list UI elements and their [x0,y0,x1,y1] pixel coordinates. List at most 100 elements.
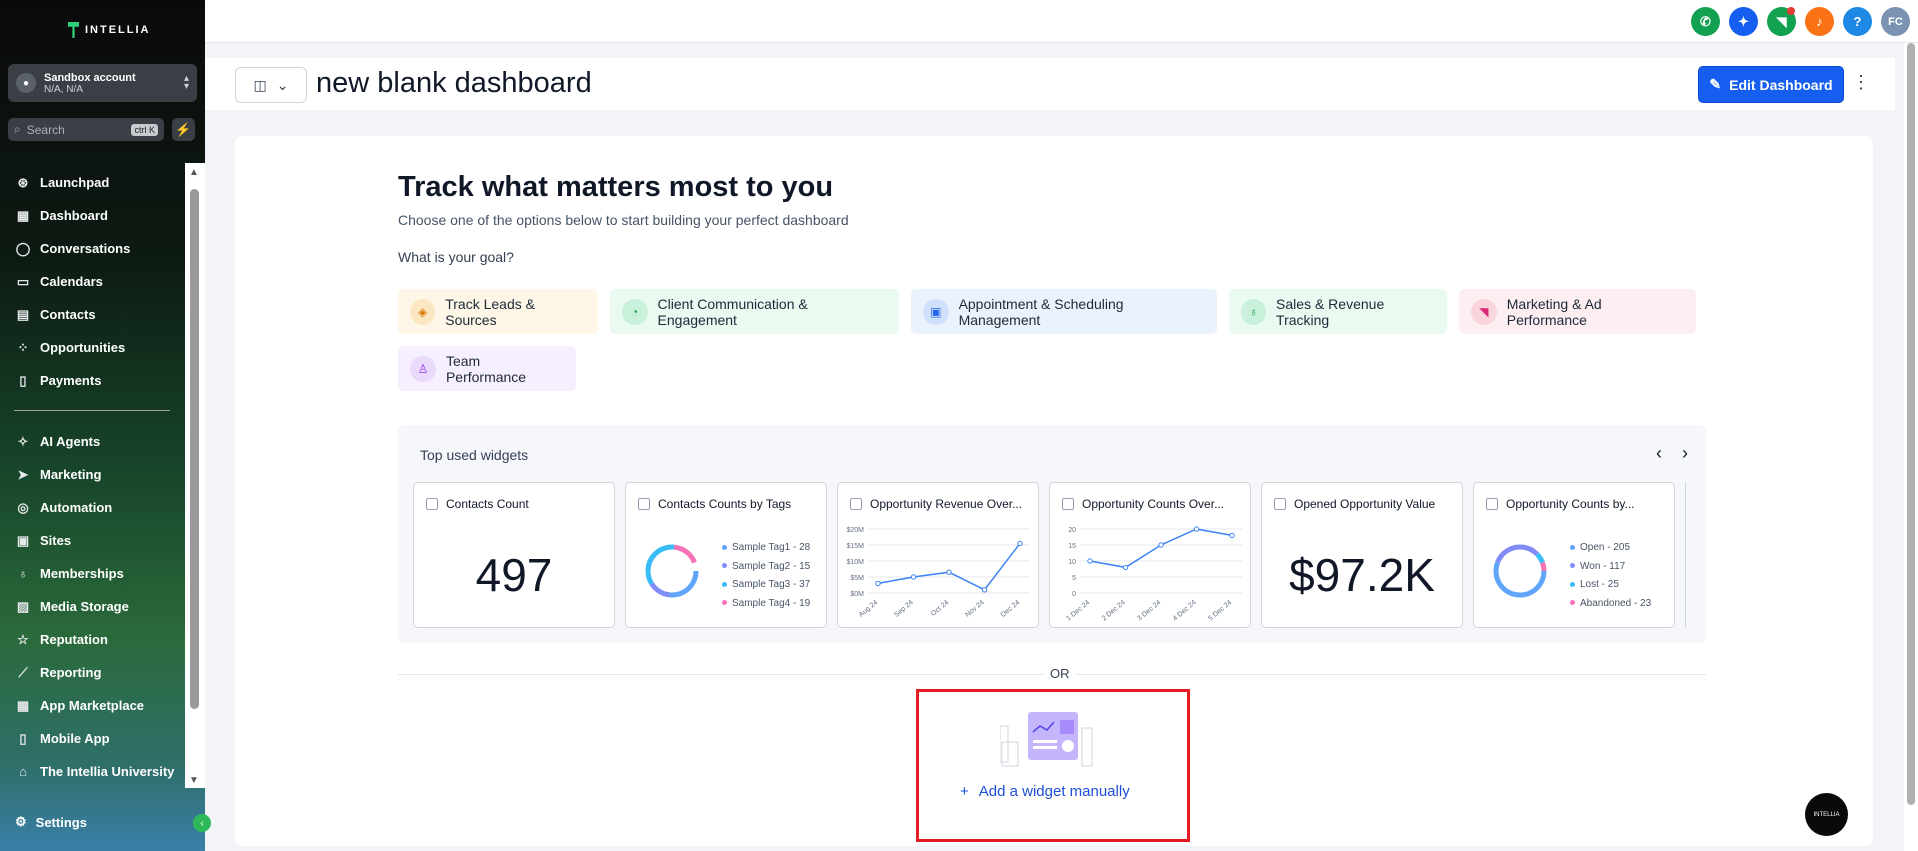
goal-chip-leads[interactable]: ◈ Track Leads & Sources [398,289,598,334]
or-label: OR [1044,666,1076,681]
legend-item: Sample Tag2 - 15 [722,558,810,577]
top-bar: ✆ ✦ ◥ ♪ ? FC [205,0,1918,43]
series-line [877,542,1021,591]
collapse-sidebar-button[interactable]: ‹ [193,814,211,832]
donut-chart [645,544,699,598]
leads-icon: ◈ [410,298,436,325]
widget-card-partial [1685,482,1706,628]
sites-icon: ▣ [16,532,30,548]
y-tick-label: 0 [1072,591,1076,598]
widget-checkbox[interactable] [1274,498,1286,510]
help-icon[interactable]: ? [1843,7,1872,36]
sidebar-item-calendars[interactable]: ▭ Calendars [0,265,185,298]
goal-chip-marketing[interactable]: ◥ Marketing & Ad Performance [1459,289,1696,334]
sidebar-item-mobile-app[interactable]: ▯ Mobile App [0,722,185,755]
opportunities-icon: ⁘ [17,339,29,355]
goal-chip-communication[interactable]: ◔ Client Communication & Engagement [610,289,899,334]
y-tick-label: 5 [1072,575,1076,582]
add-widget-manually-button[interactable]: + Add a widget manually [960,783,1130,800]
person-icon: ♙ [410,355,436,382]
sidebar-item-label: Launchpad [40,175,110,190]
widget-card-contacts-by-tags[interactable]: Contacts Counts by Tags Sample Tag1 - 28… [625,482,827,628]
widget-checkbox[interactable] [638,498,650,510]
floating-chat-button[interactable]: INTELLIA [1805,793,1848,836]
series-line [1089,528,1233,569]
goal-chip-team[interactable]: ♙ Team Performance [398,346,576,391]
chevron-left-icon[interactable]: ‹ [1656,443,1662,464]
sidebar-item-label: Reputation [40,632,108,647]
sidebar-item-payments[interactable]: ▯ Payments [0,364,185,397]
goal-chip-sales[interactable]: ♁ Sales & Revenue Tracking [1229,289,1447,334]
widget-checkbox[interactable] [850,498,862,510]
widget-checkbox[interactable] [426,498,438,510]
sidebar-item-launchpad[interactable]: ⊛ Launchpad [0,166,185,199]
goal-chip-appointments[interactable]: ▣ Appointment & Scheduling Management [911,289,1217,334]
quick-action-bolt-icon[interactable]: ⚡ [172,118,195,141]
goal-label: What is your goal? [398,249,514,265]
sidebar-item-label: Calendars [40,274,103,289]
chevron-down-icon: ⌄ [276,76,289,93]
send-icon: ➤ [17,466,29,482]
widget-card-opportunity-revenue[interactable]: Opportunity Revenue Over... $20M $15M $10M… [837,482,1039,628]
widget-card-opened-opportunity-value[interactable]: Opened Opportunity Value $97.2K [1261,482,1463,628]
sidebar-item-contacts[interactable]: ▤ Contacts [0,298,185,331]
ai-sparkle-icon[interactable]: ✦ [1729,7,1758,36]
sidebar-item-label: Payments [40,373,102,388]
phone-icon[interactable]: ✆ [1691,7,1720,36]
sidebar-item-label: AI Agents [40,434,101,449]
sidebar-item-automation[interactable]: ◎ Automation [0,491,185,524]
widgets-title: Top used widgets [420,447,529,463]
widget-checkbox[interactable] [1062,498,1074,510]
scrollbar-thumb[interactable] [190,189,199,709]
chevron-right-icon[interactable]: › [1682,443,1688,464]
data-point [1158,542,1164,548]
page-scrollbar[interactable] [1904,43,1918,851]
dashboard-switcher-button[interactable]: ◫ ⌄ [235,67,307,103]
account-switcher[interactable]: ● Sandbox account N/A, N/A ▴ ▾ [8,64,197,102]
sidebar-item-the-intellia-university[interactable]: ⌂ The Intellia University [0,755,185,788]
widget-checkbox[interactable] [1486,498,1498,510]
widget-value: $97.2K [1289,549,1435,601]
goal-chip-label: Track Leads & Sources [445,295,535,328]
sidebar-item-conversations[interactable]: ◯ Conversations [0,232,185,265]
scroll-down-icon[interactable]: ▼ [189,775,199,786]
widget-card-contacts-count[interactable]: Contacts Count 497 [413,482,615,628]
announcement-icon[interactable]: ◥ [1767,7,1796,36]
main-subheading: Choose one of the options below to start… [398,212,849,228]
bell-icon[interactable]: ♪ [1805,7,1834,36]
sidebar-divider [14,410,170,411]
sidebar-item-opportunities[interactable]: ⁘ Opportunities [0,331,185,364]
rocket-icon: ⊛ [17,174,29,190]
goal-chip-label: Marketing & Ad Performance [1506,295,1602,328]
sidebar-item-reputation[interactable]: ☆ Reputation [0,623,185,656]
widget-card-opportunity-counts[interactable]: Opportunity Counts Over... 20 15 10 5 0 1 Dec… [1049,482,1251,628]
sidebar-item-label: Opportunities [40,340,126,355]
sidebar-item-settings[interactable]: ⚙ Settings [15,814,87,830]
sidebar-item-marketing[interactable]: ➤ Marketing [0,458,185,491]
brand-logo[interactable]: INTELLIA [68,22,151,38]
widget-card-opportunity-counts-by[interactable]: Opportunity Counts by... Open - 205 Won … [1473,482,1675,628]
page-title: new blank dashboard [316,67,592,99]
data-point [1229,532,1235,539]
sidebar-item-ai-agents[interactable]: ✧ AI Agents [0,425,185,458]
legend-item: Open - 205 [1570,539,1651,558]
sidebar-scrollbar[interactable]: ▲ ▼ [185,163,205,788]
sidebar-item-reporting[interactable]: ⟋ Reporting [0,656,185,689]
widget-title: Opportunity Counts Over... [1082,497,1225,511]
y-tick-label: 20 [1068,527,1076,534]
scrollbar-thumb[interactable] [1907,43,1915,805]
sidebar-item-dashboard[interactable]: ▦ Dashboard [0,199,185,232]
layout-icon: ◫ [253,76,267,93]
sidebar-nav-secondary: ✧ AI Agents ➤ Marketing ◎ Automation ▣ Sites ♁ Me… [0,425,185,788]
sidebar-item-memberships[interactable]: ♁ Memberships [0,557,185,590]
sidebar-item-media-storage[interactable]: ▨ Media Storage [0,590,185,623]
sidebar-item-app-marketplace[interactable]: ▦ App Marketplace [0,689,185,722]
sidebar-item-label: Dashboard [40,208,108,223]
y-tick-label: 10 [1068,559,1076,566]
more-options-icon[interactable]: ⋮ [1852,72,1870,93]
avatar[interactable]: FC [1881,7,1910,36]
scroll-up-icon[interactable]: ▲ [189,167,199,178]
sidebar-item-sites[interactable]: ▣ Sites [0,524,185,557]
edit-dashboard-button[interactable]: ✎ Edit Dashboard [1698,66,1844,103]
search-input[interactable]: ⌕ Search ctrl K [8,118,164,141]
